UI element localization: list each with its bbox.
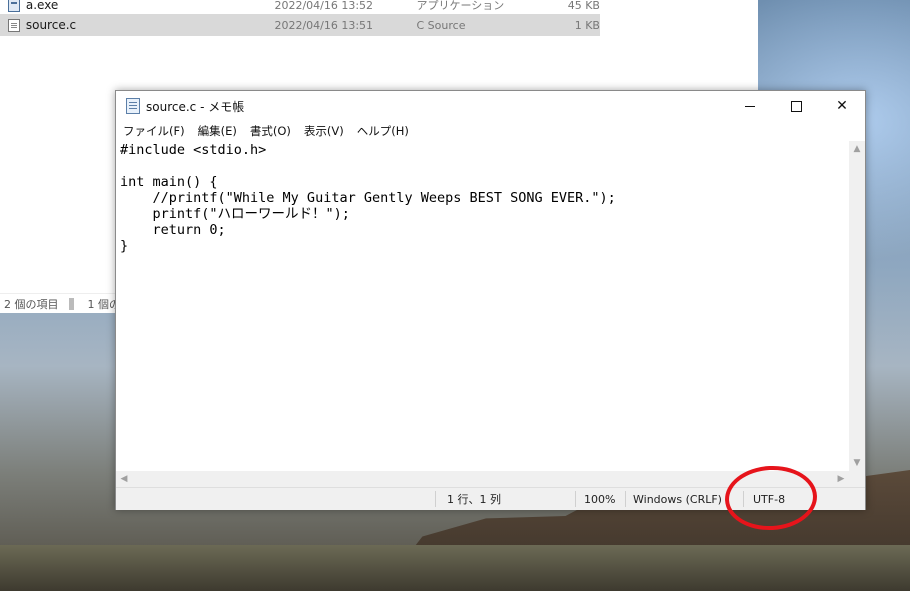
items-count: 2 個の項目 bbox=[4, 298, 59, 311]
file-size: 1 KB bbox=[574, 18, 600, 32]
status-divider bbox=[625, 491, 626, 507]
scroll-right-icon[interactable]: ▶ bbox=[833, 471, 849, 487]
menu-format[interactable]: 書式(O) bbox=[243, 123, 297, 139]
vertical-scrollbar[interactable]: ▲ ▼ bbox=[849, 141, 865, 471]
minimize-icon bbox=[745, 105, 755, 107]
close-icon: ✕ bbox=[836, 98, 848, 114]
scroll-down-icon[interactable]: ▼ bbox=[849, 455, 865, 471]
file-date: 2022/04/16 13:51 bbox=[274, 18, 374, 32]
maximize-button[interactable] bbox=[773, 91, 819, 121]
close-button[interactable]: ✕ bbox=[819, 91, 865, 121]
scroll-up-icon[interactable]: ▲ bbox=[849, 141, 865, 157]
menu-file[interactable]: ファイル(F) bbox=[116, 123, 191, 139]
notepad-window: source.c - メモ帳 ✕ ファイル(F) 編集(E) 書式(O) 表示(… bbox=[115, 90, 866, 510]
window-controls: ✕ bbox=[727, 91, 865, 121]
minimize-button[interactable] bbox=[727, 91, 773, 121]
desktop-ground bbox=[0, 545, 910, 591]
menu-help[interactable]: ヘルプ(H) bbox=[350, 123, 415, 139]
file-date: 2022/04/16 13:52 bbox=[274, 0, 374, 12]
scroll-left-icon[interactable]: ◀ bbox=[116, 471, 132, 487]
file-name: source.c bbox=[25, 18, 77, 32]
title-bar[interactable]: source.c - メモ帳 ✕ bbox=[116, 91, 865, 121]
zoom-level: 100% bbox=[584, 492, 616, 506]
cursor-position: 1 行、1 列 bbox=[447, 493, 501, 506]
file-name: a.exe bbox=[25, 0, 59, 12]
status-divider bbox=[435, 491, 436, 507]
menu-bar: ファイル(F) 編集(E) 書式(O) 表示(V) ヘルプ(H) bbox=[116, 121, 415, 141]
status-divider bbox=[68, 298, 74, 310]
editor-content[interactable]: #include <stdio.h> int main() { //printf… bbox=[116, 141, 849, 255]
c-source-file-icon bbox=[8, 18, 20, 32]
file-type: C Source bbox=[416, 18, 466, 32]
status-divider bbox=[575, 491, 576, 507]
window-title: source.c - メモ帳 bbox=[146, 99, 245, 114]
maximize-icon bbox=[790, 100, 802, 112]
scrollbar-corner bbox=[849, 471, 865, 487]
menu-view[interactable]: 表示(V) bbox=[297, 123, 350, 139]
file-size: 45 KB bbox=[567, 0, 600, 12]
text-editor-area[interactable]: #include <stdio.h> int main() { //printf… bbox=[116, 141, 849, 471]
line-ending: Windows (CRLF) bbox=[633, 492, 722, 506]
exe-icon bbox=[8, 0, 20, 12]
menu-edit[interactable]: 編集(E) bbox=[191, 123, 243, 139]
file-row-source-c[interactable]: source.c 2022/04/16 13:51 C Source 1 KB bbox=[0, 14, 600, 36]
file-type: アプリケーション bbox=[416, 0, 505, 12]
notepad-icon bbox=[126, 98, 140, 114]
